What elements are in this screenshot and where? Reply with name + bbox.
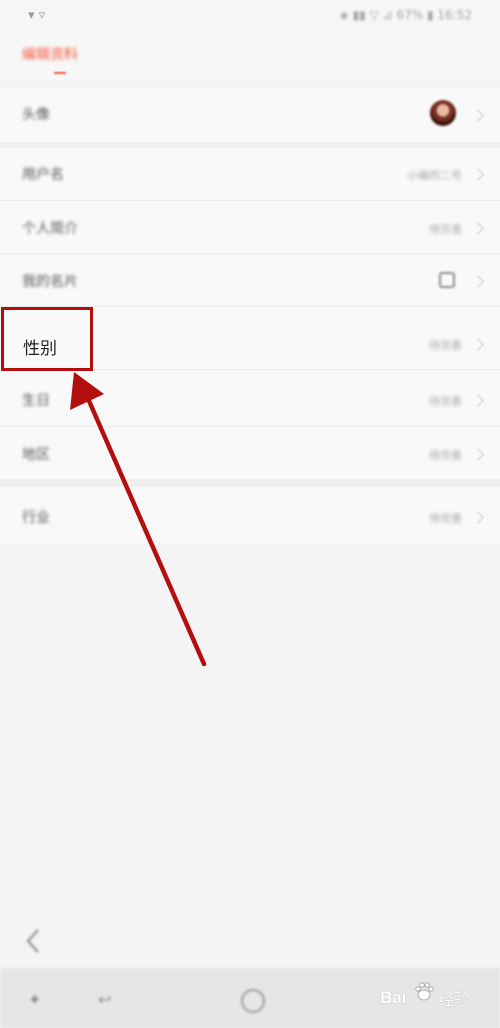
row-label: 我的名片 [22, 274, 78, 290]
tab-underline [54, 72, 66, 74]
home-circle-icon[interactable] [241, 989, 265, 1013]
row-birthday[interactable]: 生日 待完善 [0, 370, 500, 426]
row-label: 个人简介 [22, 221, 78, 237]
row-label: 行业 [22, 510, 50, 526]
chevron-right-icon [471, 448, 484, 461]
row-value: 小编的二号 [407, 169, 462, 182]
row-username[interactable]: 用户名 小编的二号 [0, 148, 500, 200]
chevron-right-icon [471, 511, 484, 524]
chevron-right-icon [471, 275, 484, 288]
chevron-right-icon [471, 394, 484, 407]
highlight-box [1, 307, 93, 371]
row-bio[interactable]: 个人简介 待完善 [0, 201, 500, 253]
row-region[interactable]: 地区 待完善 [0, 427, 500, 479]
row-value: 待完善 [429, 512, 462, 525]
row-avatar[interactable]: 头像 [0, 88, 500, 142]
wifi-signal-icon: ▾ ▿ [28, 8, 46, 23]
baidu-jingyan-watermark: Bai 经验 [380, 978, 490, 1020]
chevron-right-icon [471, 168, 484, 181]
row-label: 地区 [22, 447, 50, 463]
watermark-bai: Bai [380, 988, 407, 1007]
chevron-right-icon [471, 109, 484, 122]
status-right-text: ◈ ▮▮ ▽ ⊿ 67% ▮ 16:52 [339, 8, 472, 22]
section-gap [0, 479, 500, 487]
watermark-jingyan: 经验 [438, 990, 471, 1009]
header: 编辑资料 [0, 32, 500, 80]
avatar [430, 100, 456, 126]
chevron-right-icon [471, 222, 484, 235]
row-value: 待完善 [429, 395, 462, 408]
row-business-card[interactable]: 我的名片 [0, 254, 500, 306]
row-label: 用户名 [22, 167, 64, 183]
back-arrow-icon[interactable]: ↩ [98, 990, 111, 1009]
page-title: 编辑资料 [22, 47, 78, 63]
baidu-paw-icon [415, 982, 434, 1001]
row-value: 待完善 [429, 339, 462, 352]
chevron-right-icon [471, 338, 484, 351]
row-industry[interactable]: 行业 待完善 [0, 487, 500, 543]
qr-code-icon [439, 272, 455, 288]
row-label: 头像 [22, 107, 50, 123]
menu-icon[interactable]: ✦ [28, 990, 41, 1009]
row-value: 待完善 [429, 223, 462, 236]
status-bar: ▾ ▿ ◈ ▮▮ ▽ ⊿ 67% ▮ 16:52 [0, 0, 500, 32]
row-label: 生日 [22, 393, 50, 409]
back-chevron-icon[interactable] [22, 926, 44, 956]
row-value: 待完善 [429, 449, 462, 462]
